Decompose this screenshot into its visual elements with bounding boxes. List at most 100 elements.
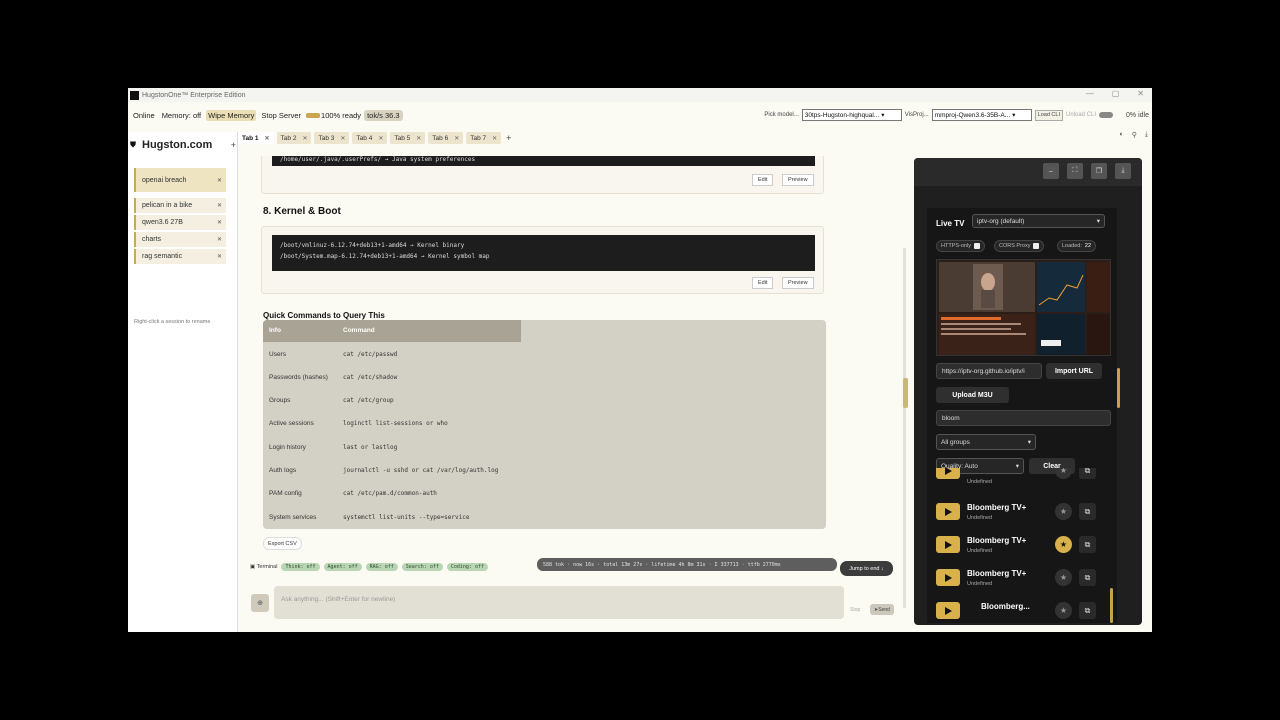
open-external-button[interactable]: ⧉ bbox=[1079, 569, 1096, 586]
open-external-button[interactable]: ⧉ bbox=[1079, 536, 1096, 553]
wipe-memory-button[interactable]: Wipe Memory bbox=[206, 109, 257, 121]
window-button[interactable]: ❐ bbox=[1091, 163, 1107, 179]
favorite-button[interactable]: ★ bbox=[1055, 468, 1072, 479]
favorite-button[interactable]: ★ bbox=[1055, 569, 1072, 586]
preview-button[interactable]: Preview bbox=[782, 174, 814, 186]
mmproj-select[interactable]: mmproj-Qwen3.6-35B-A... ▾ bbox=[931, 109, 1032, 121]
close-icon[interactable]: ✕ bbox=[217, 253, 222, 260]
https-only-toggle[interactable]: HTTPS-only bbox=[936, 240, 985, 252]
play-button[interactable] bbox=[936, 602, 960, 619]
star-icon: ★ bbox=[1059, 507, 1068, 516]
tab-1[interactable]: Tab 1 ✕ bbox=[238, 132, 274, 144]
video-preview[interactable] bbox=[936, 259, 1111, 356]
new-session-button[interactable]: + bbox=[231, 140, 236, 150]
channel-list-scrollbar[interactable] bbox=[1110, 588, 1113, 623]
source-select[interactable]: iptv-org (default) ▾ bbox=[972, 214, 1105, 228]
cors-proxy-toggle[interactable]: CORS Proxy bbox=[994, 240, 1045, 252]
add-tab-button[interactable]: + bbox=[506, 133, 511, 143]
close-icon[interactable]: ✕ bbox=[217, 177, 222, 184]
session-item[interactable]: qwen3.6 27B ✕ bbox=[134, 215, 226, 230]
send-button[interactable]: ➤ Send bbox=[870, 604, 894, 615]
agent-chip[interactable]: Agent: off bbox=[323, 563, 362, 571]
load-cli-button[interactable]: Load CLI bbox=[1034, 109, 1063, 121]
idle-toggle[interactable] bbox=[1099, 112, 1114, 118]
download-panel-button[interactable]: ⤓ bbox=[1115, 163, 1131, 179]
edit-button[interactable]: Edit bbox=[752, 174, 774, 186]
tab-4[interactable]: Tab 4 ✕ bbox=[352, 132, 388, 144]
playlist-url-input[interactable]: https://iptv-org.github.io/iptv/i bbox=[936, 363, 1042, 379]
close-icon[interactable]: ✕ bbox=[217, 236, 222, 243]
search-chip[interactable]: Search: off bbox=[401, 563, 443, 571]
tab-3[interactable]: Tab 3 ✕ bbox=[314, 132, 350, 144]
attach-button[interactable]: ⊕ bbox=[251, 594, 269, 612]
stop-server-button[interactable]: Stop Server bbox=[259, 110, 303, 121]
pin-icon[interactable]: ⚲ bbox=[1132, 131, 1137, 139]
panel-scrollbar[interactable] bbox=[1117, 368, 1120, 408]
unload-cli-button[interactable]: Unload CLI bbox=[1066, 112, 1096, 118]
code-card: /home/user/.java/.userPrefs/ → Java syst… bbox=[261, 156, 824, 194]
channel-item[interactable]: Bloomberg TV+ Undefined ★ ⧉ bbox=[927, 496, 1117, 529]
close-button[interactable]: ✕ bbox=[1137, 89, 1144, 98]
play-button[interactable] bbox=[936, 503, 960, 520]
favorite-button[interactable]: ★ bbox=[1055, 503, 1072, 520]
tab-7[interactable]: Tab 7 ✕ bbox=[466, 132, 502, 144]
download-icon[interactable]: ⤓ bbox=[1145, 131, 1148, 139]
terminal-button[interactable]: ▣ Terminal bbox=[250, 564, 277, 570]
code-line: /boot/vmlinuz-6.12.74+deb13+1-amd64 → Ke… bbox=[280, 242, 465, 249]
session-item[interactable]: openai breach ✕ bbox=[134, 168, 226, 192]
rag-chip[interactable]: RAG: off bbox=[365, 563, 398, 571]
tab-2[interactable]: Tab 2 ✕ bbox=[276, 132, 312, 144]
channel-item[interactable]: Bloomberg TV+ Undefined ★ ⧉ bbox=[927, 562, 1117, 595]
play-button[interactable] bbox=[936, 536, 960, 553]
export-csv-button[interactable]: Export CSV bbox=[263, 537, 302, 550]
session-label: qwen3.6 27B bbox=[142, 219, 183, 226]
chat-scrollbar[interactable] bbox=[903, 248, 906, 608]
minimize-panel-button[interactable]: – bbox=[1043, 163, 1059, 179]
jump-to-end-button[interactable]: Jump to end ↓ bbox=[840, 561, 893, 576]
open-external-button[interactable]: ⧉ bbox=[1079, 468, 1096, 479]
minimize-button[interactable]: — bbox=[1086, 89, 1094, 98]
stop-button[interactable]: Stop bbox=[850, 607, 860, 613]
close-icon[interactable]: ✕ bbox=[492, 135, 497, 142]
open-external-button[interactable]: ⧉ bbox=[1079, 602, 1096, 619]
session-label: pelican in a bike bbox=[142, 202, 193, 209]
session-item[interactable]: pelican in a bike ✕ bbox=[134, 198, 226, 213]
upload-m3u-button[interactable]: Upload M3U bbox=[936, 387, 1009, 403]
channel-search-input[interactable]: bloom bbox=[936, 410, 1111, 426]
close-icon[interactable]: ✕ bbox=[217, 202, 222, 209]
close-icon[interactable]: ✕ bbox=[340, 135, 345, 142]
channel-item[interactable]: Bloomberg TV+ Undefined ★ ⧉ bbox=[927, 529, 1117, 562]
open-external-button[interactable]: ⧉ bbox=[1079, 503, 1096, 520]
favorite-button[interactable]: ★ bbox=[1055, 536, 1072, 553]
think-chip[interactable]: Think: off bbox=[281, 563, 320, 571]
panel-resize-handle[interactable] bbox=[903, 378, 908, 408]
close-icon[interactable]: ✕ bbox=[378, 135, 383, 142]
play-button[interactable] bbox=[936, 468, 960, 479]
fullscreen-button[interactable]: ⛶ bbox=[1067, 163, 1083, 179]
favorite-button[interactable]: ★ bbox=[1055, 602, 1072, 619]
tab-5[interactable]: Tab 5 ✕ bbox=[390, 132, 426, 144]
session-item[interactable]: charts ✕ bbox=[134, 232, 226, 247]
preview-button[interactable]: Preview bbox=[782, 277, 814, 289]
edit-button[interactable]: Edit bbox=[752, 277, 774, 289]
import-url-button[interactable]: Import URL bbox=[1046, 363, 1102, 379]
attach-icon: ⊕ bbox=[257, 600, 263, 607]
close-icon[interactable]: ✕ bbox=[454, 135, 459, 142]
memory-toggle[interactable]: Memory: off bbox=[160, 110, 203, 121]
theme-icon[interactable]: ◐ bbox=[1120, 131, 1124, 139]
tab-6[interactable]: Tab 6 ✕ bbox=[428, 132, 464, 144]
close-icon[interactable]: ✕ bbox=[302, 135, 307, 142]
session-item[interactable]: rag semantic ✕ bbox=[134, 249, 226, 264]
close-icon[interactable]: ✕ bbox=[265, 135, 270, 142]
close-icon[interactable]: ✕ bbox=[217, 219, 222, 226]
maximize-button[interactable]: ▢ bbox=[1112, 89, 1120, 98]
channel-item[interactable]: Undefined ★ ⧉ bbox=[927, 468, 1117, 490]
close-icon[interactable]: ✕ bbox=[416, 135, 421, 142]
chat-input[interactable]: Ask anything... (Shift+Enter for newline… bbox=[274, 586, 844, 619]
channel-name: Bloomberg TV+ bbox=[967, 536, 1027, 545]
channel-item[interactable]: Bloomberg... ★ ⧉ bbox=[927, 595, 1117, 625]
play-button[interactable] bbox=[936, 569, 960, 586]
group-select[interactable]: All groups ▾ bbox=[936, 434, 1036, 450]
model-select[interactable]: 30tps-Hugston-highqual... ▾ bbox=[801, 109, 902, 121]
coding-chip[interactable]: Coding: off bbox=[446, 563, 488, 571]
